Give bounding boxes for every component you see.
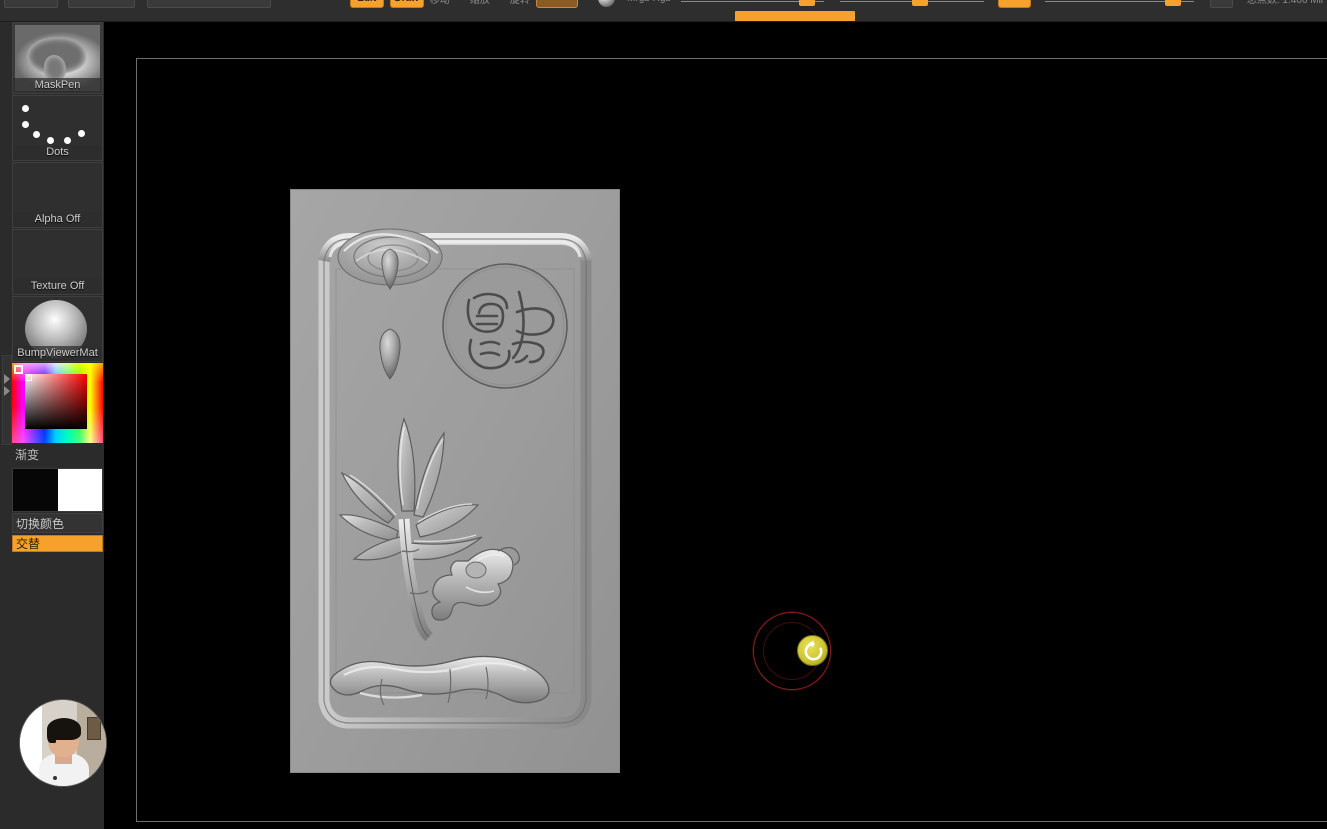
secondary-color-swatch[interactable] — [57, 469, 102, 511]
chevron-right-icon — [4, 374, 10, 384]
mrgb-slider[interactable] — [680, 0, 825, 8]
application-window: Edit Draw 移动 缩放 旋转 Mrgb Rgb Z 强度: 25 焦点衰… — [0, 0, 1327, 829]
draw-button[interactable]: Draw — [389, 0, 424, 8]
zadd-toggle-button[interactable] — [997, 0, 1031, 8]
switch-color-button[interactable]: 切换颜色 — [12, 513, 103, 533]
rotate-arrow-glyph — [804, 640, 823, 661]
brush-swatch[interactable]: MaskPen — [12, 22, 103, 94]
stroke-swatch[interactable]: Dots — [12, 95, 103, 161]
focal-shift-slider[interactable]: 焦点衰减: -41 — [1044, 0, 1194, 8]
brush-swatch-label: MaskPen — [13, 78, 102, 93]
webcam-picture-frame — [87, 717, 101, 740]
mrgb-swatch-button[interactable] — [535, 0, 578, 8]
lightbox-button[interactable] — [1209, 0, 1233, 8]
zadd-slider[interactable]: Z 强度: 25 — [840, 0, 984, 8]
sv-marker-icon — [25, 374, 32, 381]
gradient-label[interactable]: 渐变 — [12, 443, 103, 467]
alternate-button[interactable]: 交替 — [12, 535, 103, 552]
canvas-area[interactable] — [104, 22, 1327, 829]
panel-slot-1[interactable] — [4, 0, 58, 8]
panel-slot-2[interactable] — [67, 0, 135, 8]
saturation-value-square[interactable] — [25, 374, 87, 429]
scale-label[interactable]: 缩放 — [470, 0, 490, 6]
primary-color-swatch[interactable] — [13, 469, 58, 511]
color-picker[interactable] — [12, 363, 103, 443]
relief-artwork — [290, 189, 620, 773]
tray-collapse-handle[interactable] — [2, 355, 12, 445]
stroke-swatch-label: Dots — [13, 145, 102, 160]
hue-marker-icon — [14, 365, 23, 374]
material-swatch-label: BumpViewerMat — [13, 346, 102, 361]
texture-swatch-label: Texture Off — [13, 279, 102, 294]
rotate-label[interactable]: 旋转 — [510, 0, 530, 6]
panel-slot-3[interactable] — [146, 0, 271, 8]
alpha-swatch[interactable]: Alpha Off — [12, 162, 103, 228]
color-swatches — [12, 468, 103, 512]
webcam-lapel-mic — [52, 775, 57, 780]
alpha-swatch-label: Alpha Off — [13, 212, 102, 227]
relief-plaque[interactable] — [290, 189, 620, 773]
point-count-label: 总点数: 1.406 Mil — [1246, 0, 1324, 6]
top-toolbar: Edit Draw 移动 缩放 旋转 Mrgb Rgb Z 强度: 25 焦点衰… — [0, 0, 1327, 22]
chevron-right-icon-2 — [4, 386, 10, 396]
webcam-overlay[interactable] — [19, 699, 107, 787]
edit-button[interactable]: Edit — [349, 0, 384, 8]
texture-swatch[interactable]: Texture Off — [12, 229, 103, 295]
move-label[interactable]: 移动 — [430, 0, 450, 6]
material-preview-icon — [597, 0, 616, 7]
webcam-person-sideburn — [46, 725, 57, 743]
mrgb-label[interactable]: Mrgb Rgb — [627, 0, 671, 4]
rotate-arrow-icon — [797, 635, 828, 666]
document-frame[interactable] — [136, 58, 1327, 822]
material-swatch[interactable]: BumpViewerMat — [12, 296, 103, 362]
